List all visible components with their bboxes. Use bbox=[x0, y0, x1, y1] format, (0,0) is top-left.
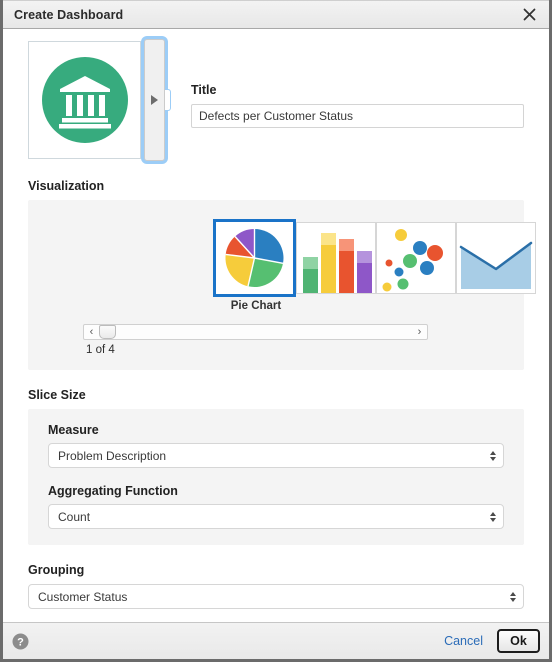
measure-label: Measure bbox=[48, 423, 99, 437]
bank-icon bbox=[41, 57, 128, 143]
close-icon[interactable] bbox=[521, 7, 537, 23]
aggregating-stepper-icon[interactable] bbox=[483, 511, 503, 522]
dialog-title: Create Dashboard bbox=[14, 7, 124, 22]
caret-down-icon bbox=[510, 597, 516, 602]
aggregating-function-select[interactable]: Count bbox=[48, 504, 504, 529]
grouping-section-label: Grouping bbox=[28, 563, 85, 577]
measure-stepper-icon[interactable] bbox=[483, 450, 503, 461]
app-icon-preview[interactable] bbox=[28, 41, 141, 159]
caret-up-icon bbox=[490, 450, 496, 455]
grouping-select-value: Customer Status bbox=[38, 589, 128, 604]
strip-notch bbox=[165, 89, 171, 111]
aggregating-function-select-value: Count bbox=[58, 509, 91, 524]
scroll-track[interactable] bbox=[99, 325, 412, 339]
caret-up-icon bbox=[510, 591, 516, 596]
aggregating-function-label: Aggregating Function bbox=[48, 484, 178, 498]
visualization-scrollbar[interactable]: ‹ › bbox=[83, 324, 428, 340]
scroll-right-arrow[interactable]: › bbox=[412, 326, 427, 338]
slice-size-section-label: Slice Size bbox=[28, 388, 86, 402]
title-input[interactable] bbox=[191, 104, 524, 128]
visualization-panel: Pie Chart ‹ › 1 of 4 bbox=[28, 200, 536, 370]
create-dashboard-dialog: Create Dashboard Title Defects per Custo… bbox=[0, 0, 552, 662]
caret-up-icon bbox=[490, 511, 496, 516]
thumbnail-bubble-chart[interactable] bbox=[376, 222, 456, 294]
caret-down-icon bbox=[490, 456, 496, 461]
thumbnail-area-chart[interactable] bbox=[456, 222, 536, 294]
measure-select-value: Problem Description bbox=[58, 448, 167, 463]
title-field-group: Title bbox=[191, 41, 524, 128]
expand-preview-button[interactable] bbox=[144, 39, 171, 161]
dialog-titlebar: Create Dashboard bbox=[3, 0, 549, 29]
caret-down-icon bbox=[490, 517, 496, 522]
selected-thumbnail-caption: Pie Chart bbox=[230, 300, 282, 312]
measure-select[interactable]: Problem Description bbox=[48, 443, 504, 468]
slice-size-panel: Measure Problem Description Aggregating … bbox=[28, 409, 524, 545]
help-icon[interactable]: ? bbox=[12, 633, 29, 650]
thumbnail-bar-chart[interactable] bbox=[296, 222, 376, 294]
svg-text:?: ? bbox=[17, 636, 24, 648]
grouping-stepper-icon[interactable] bbox=[503, 591, 523, 602]
header-row: Title bbox=[28, 29, 524, 161]
title-label: Title bbox=[191, 83, 217, 97]
cancel-button[interactable]: Cancel bbox=[444, 634, 483, 648]
ok-button[interactable]: Ok bbox=[497, 629, 540, 653]
visualization-section-label: Visualization bbox=[28, 179, 105, 193]
dialog-footer: ? Cancel Ok bbox=[3, 622, 549, 659]
grouping-select[interactable]: Customer Status bbox=[28, 584, 524, 609]
triangle-right-icon bbox=[151, 95, 158, 105]
page-indicator: 1 of 4 bbox=[86, 344, 115, 356]
dialog-content: Title Visualization bbox=[3, 29, 549, 625]
scroll-left-arrow[interactable]: ‹ bbox=[84, 326, 99, 338]
scroll-thumb[interactable] bbox=[99, 325, 116, 339]
thumbnail-pie-chart[interactable] bbox=[213, 219, 296, 297]
visualization-thumbnails bbox=[213, 219, 536, 297]
